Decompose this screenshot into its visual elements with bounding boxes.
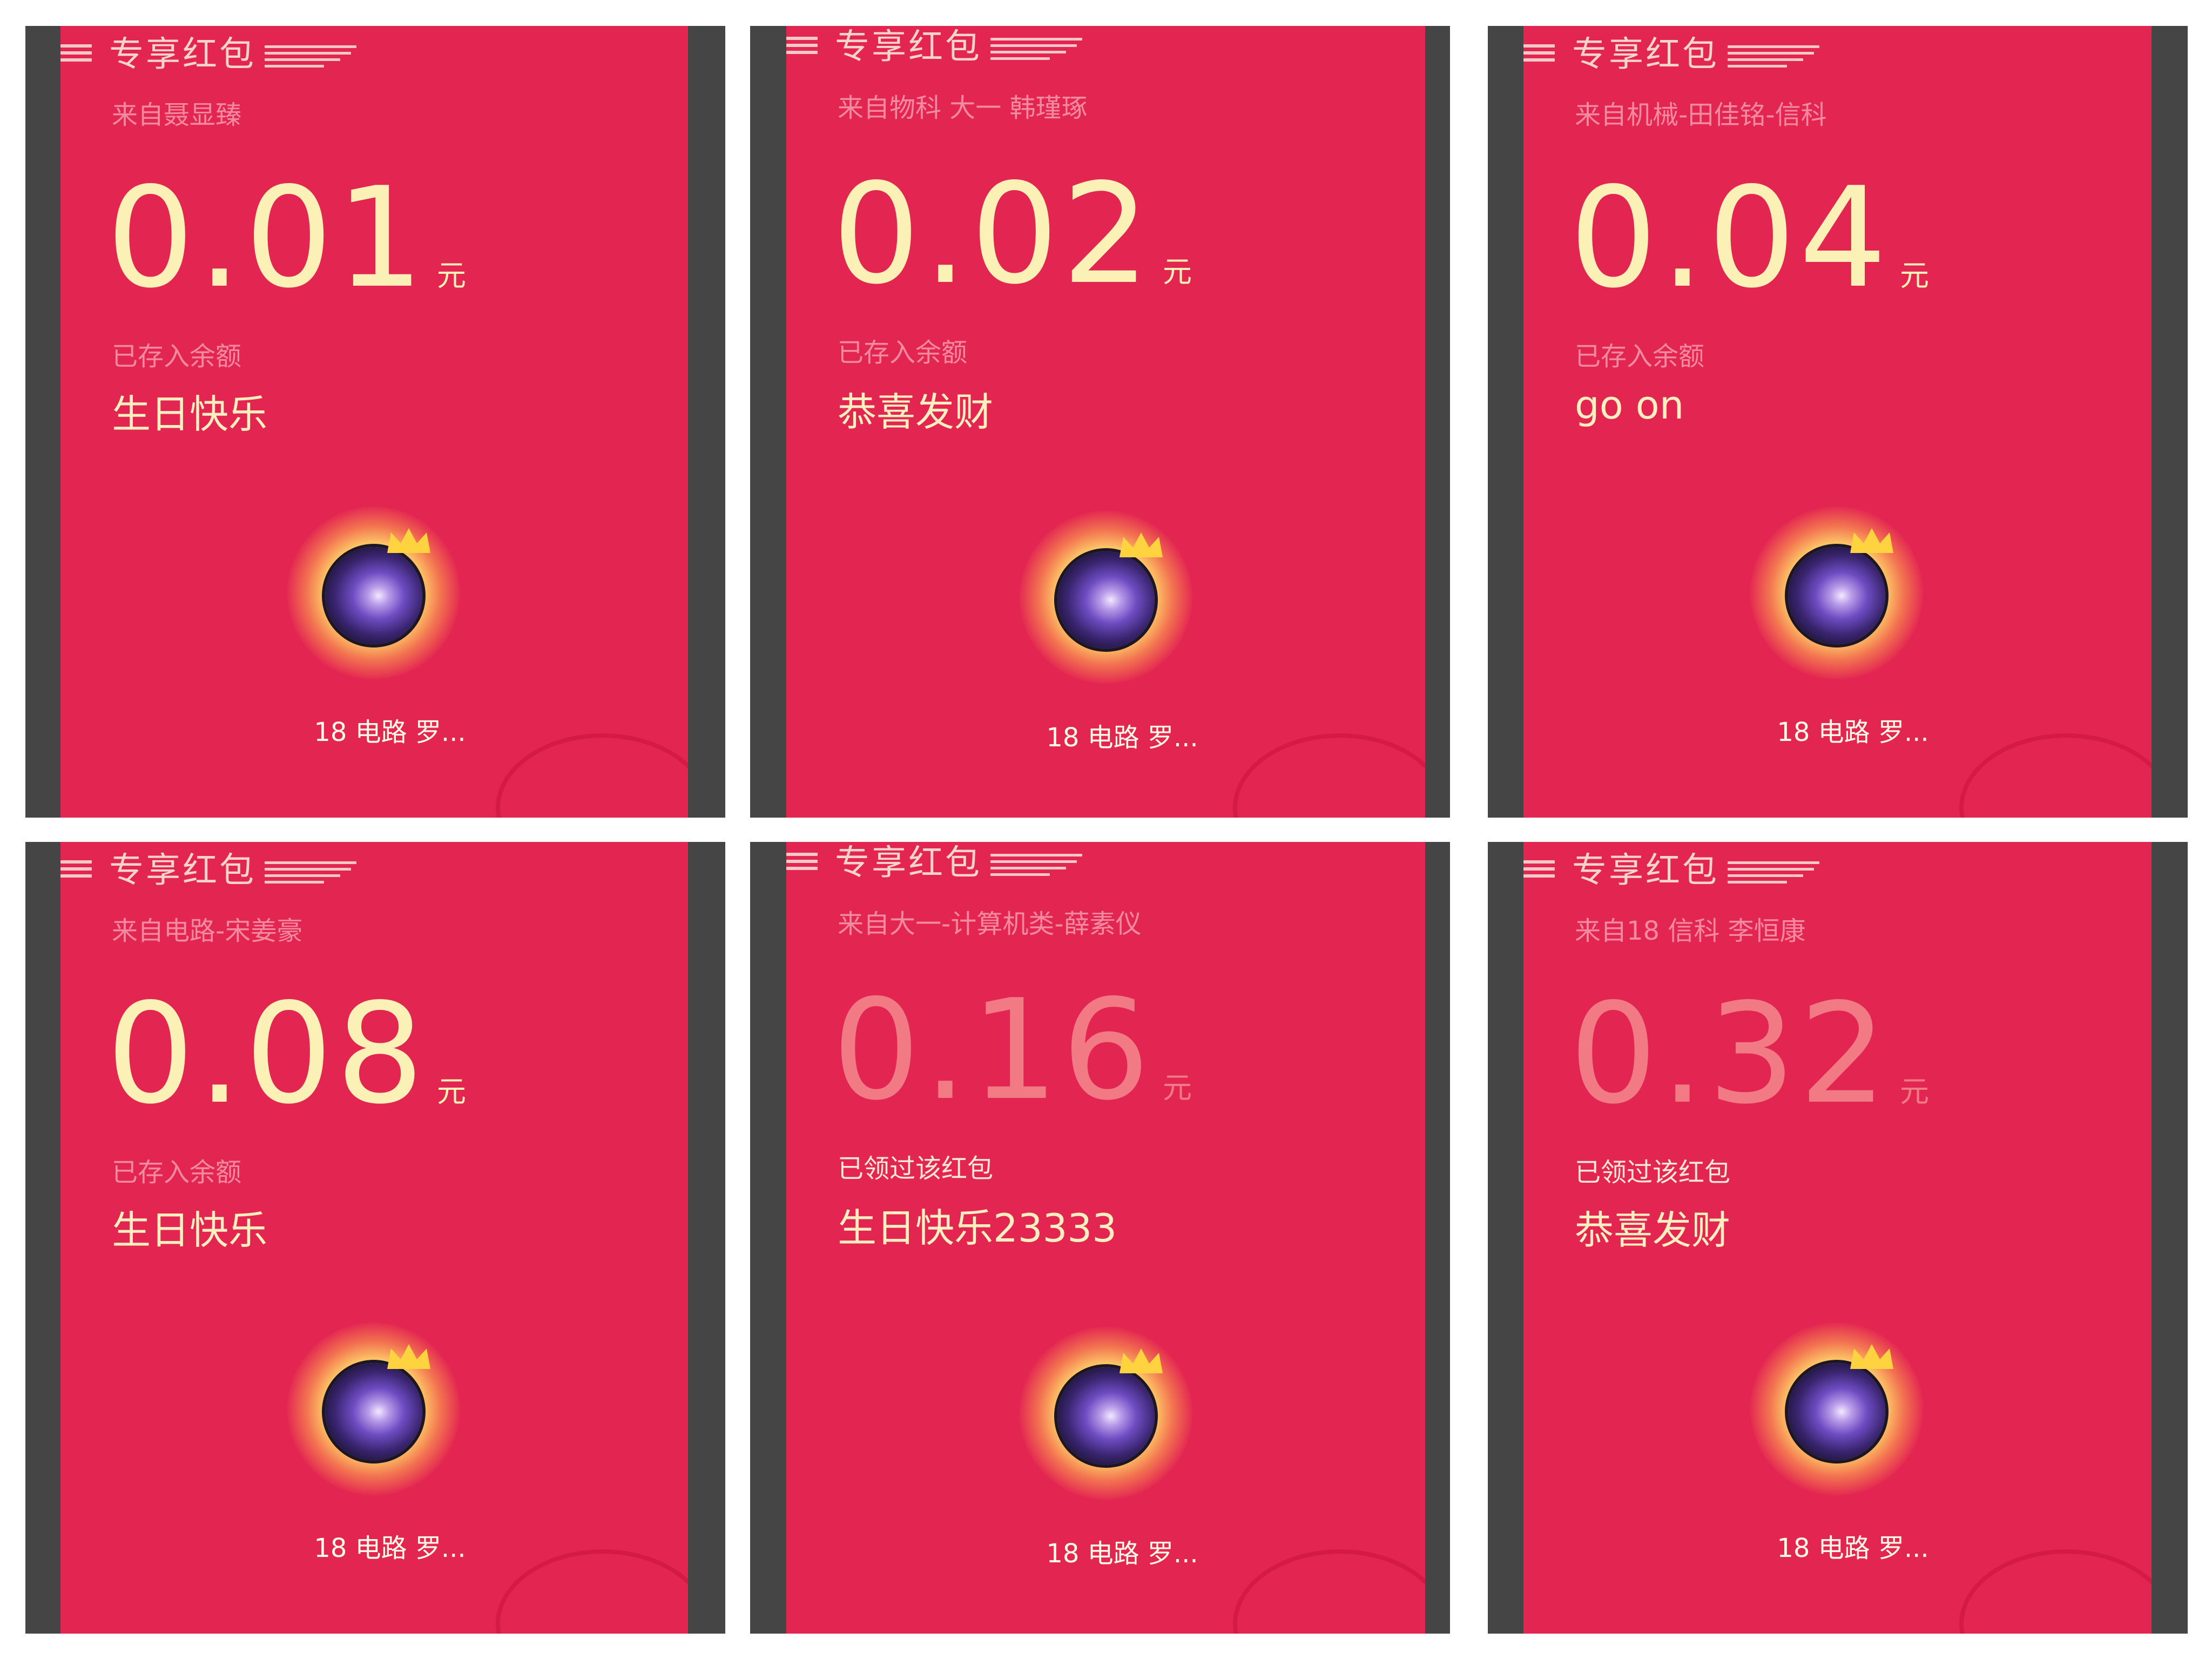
watermark-stamp — [496, 733, 688, 818]
status-text: 已领过该红包 — [1575, 1157, 1731, 1188]
watermark-stamp — [1959, 1549, 2152, 1634]
avatar-name: 18 电路 罗... — [314, 717, 466, 747]
header-title: 专享红包 — [835, 843, 982, 883]
red-packet-card-1: 专享红包 来自聂显臻 0.01 元 已存入余额 生日快乐 18 电路 罗... — [25, 26, 725, 818]
header-lines-icon — [60, 860, 92, 882]
greeting-message: 生日快乐 — [112, 392, 268, 437]
status-text: 已领过该红包 — [838, 1154, 994, 1184]
red-packet-sheet: 专享红包 来自大一-计算机类-薛素仪 0.16 元 已领过该红包 生日快乐2333… — [786, 842, 1425, 1634]
sender-label: 来自电路-宋姜豪 — [112, 916, 303, 946]
red-packet-sheet: 专享红包 来自18 信科 李恒康 0.32 元 已领过该红包 恭喜发财 18 电路… — [1523, 842, 2152, 1634]
header-lines-icon — [786, 37, 818, 58]
header-lines-icon — [1523, 860, 1555, 882]
avatar-name: 18 电路 罗... — [1777, 717, 1929, 747]
red-packet-card-4: 专享红包 来自电路-宋姜豪 0.08 元 已存入余额 生日快乐 18 电路 罗..… — [25, 842, 725, 1634]
red-packet-card-2: 专享红包 来自物科 大一 韩瑾琢 0.02 元 已存入余额 恭喜发财 18 电路 … — [750, 26, 1450, 818]
red-packet-sheet: 专享红包 来自物科 大一 韩瑾琢 0.02 元 已存入余额 恭喜发财 18 电路 … — [786, 26, 1425, 818]
header-title: 专享红包 — [109, 851, 256, 891]
watermark-stamp — [496, 1549, 688, 1634]
header-lines-icon — [786, 853, 818, 874]
avatar-name: 18 电路 罗... — [314, 1533, 466, 1563]
status-text: 已存入余额 — [1575, 341, 1705, 372]
avatar-name: 18 电路 罗... — [1777, 1533, 1929, 1563]
greeting-message: 恭喜发财 — [1575, 1208, 1731, 1253]
red-packet-card-6: 专享红包 来自18 信科 李恒康 0.32 元 已领过该红包 恭喜发财 18 电路… — [1488, 842, 2188, 1634]
status-text: 已存入余额 — [112, 1157, 242, 1188]
header-title: 专享红包 — [1572, 35, 1719, 75]
header-lines-icon — [1523, 44, 1555, 66]
avatar-name: 18 电路 罗... — [1046, 1539, 1198, 1569]
header-title: 专享红包 — [1572, 851, 1719, 891]
avatar-name: 18 电路 罗... — [1046, 723, 1198, 753]
status-text: 已存入余额 — [112, 341, 242, 372]
header-title: 专享红包 — [109, 35, 256, 75]
greeting-message: 生日快乐 — [112, 1208, 268, 1253]
status-text: 已存入余额 — [838, 338, 968, 368]
red-packet-card-3: 专享红包 来自机械-田佳铭-信科 0.04 元 已存入余额 go on 18 电路… — [1488, 26, 2188, 818]
greeting-message: 恭喜发财 — [838, 389, 994, 435]
watermark-stamp — [1233, 1549, 1425, 1634]
header-lines-icon — [60, 44, 92, 66]
greeting-message: go on — [1575, 382, 1684, 428]
red-packet-sheet: 专享红包 来自机械-田佳铭-信科 0.04 元 已存入余额 go on 18 电路… — [1523, 26, 2152, 818]
red-packet-grid: 专享红包 来自聂显臻 0.01 元 已存入余额 生日快乐 18 电路 罗... 专… — [0, 0, 2212, 1659]
watermark-stamp — [1233, 733, 1425, 818]
red-packet-sheet: 专享红包 来自聂显臻 0.01 元 已存入余额 生日快乐 18 电路 罗... — [60, 26, 688, 818]
watermark-stamp — [1959, 733, 2152, 818]
header-title: 专享红包 — [835, 27, 982, 67]
sender-label: 来自聂显臻 — [112, 100, 242, 130]
red-packet-sheet: 专享红包 来自电路-宋姜豪 0.08 元 已存入余额 生日快乐 18 电路 罗..… — [60, 842, 688, 1634]
red-packet-card-5: 专享红包 来自大一-计算机类-薛素仪 0.16 元 已领过该红包 生日快乐2333… — [750, 842, 1450, 1634]
